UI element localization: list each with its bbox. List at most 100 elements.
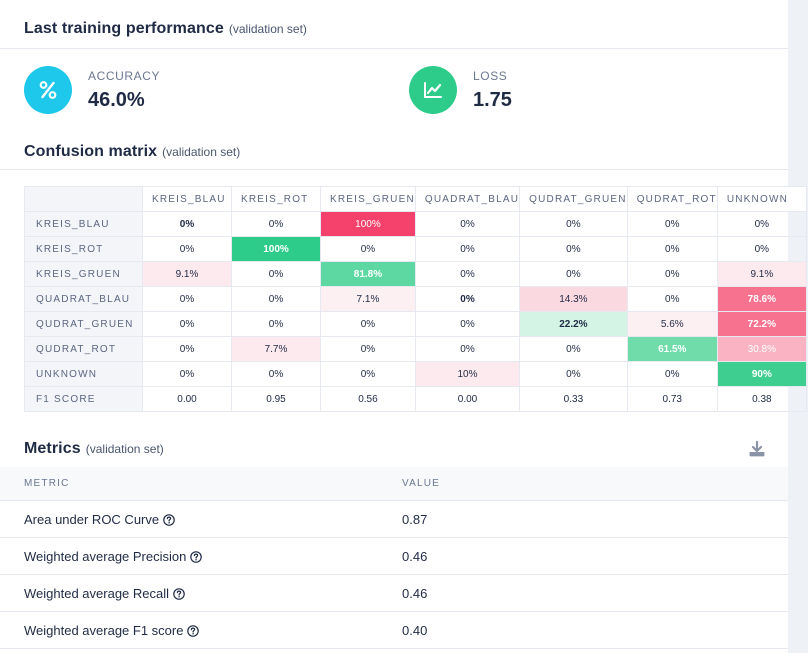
cm-cell: 0% [142,236,232,262]
accuracy-kpi: ACCURACY 46.0% [24,64,160,116]
metrics-subtitle: (validation set) [85,442,164,456]
metric-value: 0.46 [402,574,788,612]
cm-cell: 0% [519,261,628,287]
cm-cell: 0% [231,211,321,237]
cm-f1-value: 0.95 [231,386,321,412]
cm-row-header: UNKNOWN [24,361,143,387]
cm-cell: 0% [320,236,416,262]
cm-row-header: QUADRAT_BLAU [24,286,143,312]
metrics-row: Area under ROC Curve 0.87 [0,500,788,538]
cm-f1-value: 0.00 [414,386,521,412]
cm-cell: 0% [320,361,416,387]
cm-cell: 100% [231,236,321,262]
cm-cell: 0% [414,236,521,262]
cm-cell: 0% [414,261,521,287]
download-button[interactable] [748,440,766,458]
cm-cell: 7.1% [320,286,416,312]
confusion-matrix-title: Confusion matrix [24,142,158,160]
cm-row: QUADRAT_BLAU 0% 0% 7.1% 0% 14.3% 0% 78.6… [24,286,807,312]
cm-cell: 100% [320,211,416,237]
cm-cell: 0% [414,311,521,337]
help-circle-icon[interactable] [173,587,185,600]
cm-cell: 10% [414,361,521,387]
help-circle-icon[interactable] [163,513,175,526]
cm-col-header: QUADRAT_BLAU [414,186,521,212]
help-circle-icon[interactable] [190,550,203,563]
cm-row-header: KREIS_GRUEN [24,261,143,287]
confusion-matrix-header: Confusion matrix (validation set) [0,134,788,170]
cm-row: KREIS_ROT 0% 100% 0% 0% 0% 0% 0% [24,236,807,262]
cm-f1-row: F1 SCORE 0.00 0.95 0.56 0.00 0.33 0.73 0… [24,386,807,412]
cm-cell: 0% [320,311,416,337]
cm-cell: 0% [626,286,718,312]
cm-f1-value: 0.38 [716,386,807,412]
cm-cell: 0% [231,311,321,337]
cm-cell: 0% [231,286,321,312]
cm-col-header: QUDRAT_ROT [626,186,718,212]
metric-name: Area under ROC Curve [24,511,160,527]
cm-cell: 9.1% [716,261,807,287]
performance-header: Last training performance (validation se… [0,12,788,49]
cm-cell: 90% [716,361,807,387]
cm-cell: 0% [142,361,232,387]
cm-cell: 7.7% [231,336,321,362]
training-performance-panel: Last training performance (validation se… [0,0,808,653]
cm-cell: 9.1% [142,261,232,287]
confusion-matrix-header-row: KREIS_BLAU KREIS_ROT KREIS_GRUEN QUADRAT… [24,186,807,212]
metric-value: 0.40 [402,611,788,649]
cm-cell: 0% [142,311,232,337]
cm-row: UNKNOWN 0% 0% 0% 10% 0% 0% 90% [24,361,807,387]
metric-value: 0.46 [402,537,788,575]
metrics-title: Metrics [24,440,81,457]
cm-row: KREIS_BLAU 0% 0% 100% 0% 0% 0% 0% [24,211,807,237]
cm-cell: 0% [626,361,718,387]
cm-cell: 0% [231,261,321,287]
cm-cell: 0% [519,336,628,362]
help-circle-icon[interactable] [187,624,200,637]
cm-cell: 0% [519,236,628,262]
metric-value: 0.87 [402,500,788,538]
cm-row-header: QUDRAT_ROT [24,336,143,362]
cm-col-header: KREIS_GRUEN [320,186,416,212]
cm-col-header: KREIS_ROT [231,186,321,212]
metrics-row: Weighted average F1 score 0.40 [0,611,788,649]
cm-cell: 0% [414,211,521,237]
cm-cell: 5.6% [626,311,718,337]
cm-cell: 0% [626,211,718,237]
cm-cell: 61.5% [626,336,718,362]
metrics-header-row: METRIC VALUE [0,467,788,501]
accuracy-label: ACCURACY [88,68,161,83]
cm-cell: 0% [320,336,416,362]
cm-f1-value: 0.33 [519,386,628,412]
metrics-row: Weighted average Precision 0.46 [0,537,788,575]
confusion-matrix-subtitle: (validation set) [162,144,241,159]
cm-f1-label: F1 SCORE [24,386,143,412]
confusion-matrix-table: KREIS_BLAU KREIS_ROT KREIS_GRUEN QUADRAT… [24,186,807,412]
cm-cell: 81.8% [320,261,416,287]
metrics-table: METRIC VALUE Area under ROC Curve 0.87 W… [0,467,788,649]
cm-cell: 0% [142,286,232,312]
accuracy-value: 46.0% [88,88,145,111]
cm-col-header: QUDRAT_GRUEN [519,186,628,212]
cm-cell: 72.2% [716,311,807,337]
cm-cell: 0% [519,211,628,237]
cm-cell: 0% [716,236,807,262]
cm-cell: 14.3% [519,286,628,312]
confusion-matrix-corner [24,186,143,212]
cm-cell: 0% [231,361,321,387]
cm-cell: 0% [414,286,521,312]
cm-row-header: KREIS_ROT [24,236,143,262]
metric-name: Weighted average Recall [24,585,170,601]
cm-cell: 0% [519,361,628,387]
metrics-col-value: VALUE [402,467,788,501]
cm-cell: 22.2% [519,311,628,337]
loss-kpi: LOSS 1.75 [409,64,512,116]
performance-title: Last training performance [24,20,224,37]
metrics-header: Metrics (validation set) [0,432,788,466]
cm-col-header: UNKNOWN [716,186,807,212]
cm-row: QUDRAT_GRUEN 0% 0% 0% 0% 22.2% 5.6% 72.2… [24,311,807,337]
loss-label: LOSS [473,68,508,83]
download-icon [749,440,765,457]
cm-cell: 30.8% [716,336,807,362]
cm-cell: 0% [142,336,232,362]
